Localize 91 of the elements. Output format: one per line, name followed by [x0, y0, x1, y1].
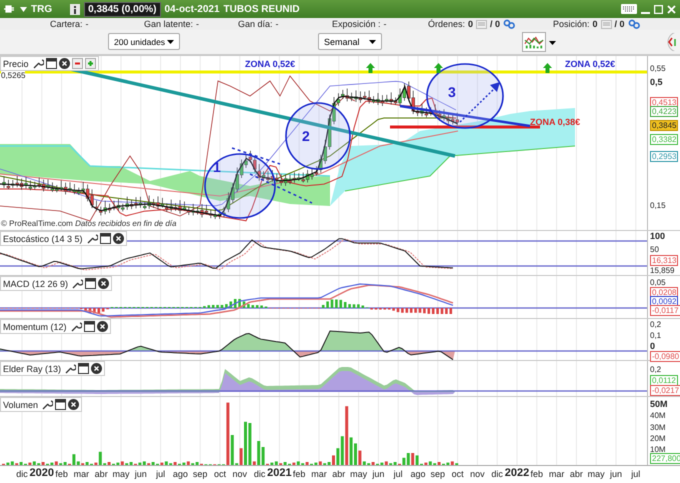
- info-label: Exposición :: [332, 19, 381, 29]
- axis-label: mar: [74, 469, 90, 479]
- price-tag: 0,3845: [650, 120, 678, 131]
- chart-annotation: 3: [448, 84, 456, 100]
- info-count: / 0: [614, 19, 625, 29]
- info-label: Cartera:: [50, 19, 83, 29]
- axis-label: 50M: [650, 400, 668, 409]
- date-label: 04-oct-2021: [164, 4, 220, 14]
- price-quote: 0,3845 (0,00%): [84, 2, 160, 16]
- axis-label: may: [588, 469, 605, 479]
- info-label: Órdenes:: [428, 19, 466, 29]
- axis-label: abr: [570, 469, 583, 479]
- axis-label: oct: [214, 469, 226, 479]
- axis-label: 15,859: [650, 266, 674, 275]
- axis-label: 0,55: [650, 64, 666, 73]
- axis-label: dic: [254, 469, 266, 479]
- axis-label: may: [112, 469, 130, 479]
- panel-title: Precio: [3, 58, 29, 68]
- axis-label: 0,1: [650, 331, 662, 340]
- axis-label: nov: [470, 469, 485, 479]
- axis-label: 40M: [650, 411, 666, 420]
- info-label: Posición:: [553, 19, 590, 29]
- info-value: 0: [468, 19, 474, 29]
- axis-label: ago: [172, 469, 188, 479]
- chart-annotation: 1: [213, 159, 221, 175]
- value-tag: 0,0112: [650, 375, 678, 386]
- axis-label: abr: [332, 469, 346, 479]
- price-tag: 0,3382: [650, 134, 678, 145]
- axis-label: oct: [452, 469, 464, 479]
- instrument-name: TUBOS REUNID: [224, 4, 300, 14]
- info-value: -: [86, 19, 89, 29]
- panel-title: MACD (12 26 9): [3, 278, 68, 288]
- axis-label: feb: [55, 469, 68, 479]
- price-tag: 0,2953: [650, 151, 678, 162]
- quantity-dropdown[interactable]: 200 unidades: [108, 33, 180, 50]
- chart-annotation: ZONA 0,38€: [530, 117, 580, 127]
- axis-label: jul: [631, 469, 640, 479]
- axis-label: jun: [610, 469, 622, 479]
- axis-label: sep: [192, 469, 208, 479]
- panel-title: Volumen: [3, 400, 38, 410]
- axis-label: 0: [650, 342, 656, 351]
- panel-title: Momentum (12): [3, 322, 67, 332]
- axis-label: mar: [311, 469, 327, 479]
- info-label: Gan día:: [238, 19, 273, 29]
- info-value: -: [196, 19, 200, 29]
- axis-label: feb: [292, 469, 306, 479]
- axis-label: ago: [410, 469, 426, 479]
- value-tag: -0,0117: [650, 305, 680, 316]
- axis-label: 2021: [267, 467, 292, 479]
- value-tag: -0,0980: [650, 351, 680, 362]
- info-count: / 0: [490, 19, 500, 29]
- value-tag: 16,313: [650, 255, 678, 266]
- axis-label: 100: [650, 232, 666, 241]
- axis-label: 50: [650, 245, 659, 254]
- axis-label: 0,05: [650, 278, 666, 287]
- axis-label: 20M: [650, 434, 666, 443]
- info-value: -: [384, 19, 387, 29]
- axis-label: may: [350, 469, 368, 479]
- chart-annotation: 2: [302, 128, 310, 144]
- period-dropdown[interactable]: Semanal: [318, 33, 382, 50]
- chart-annotation: ZONA 0,52€: [245, 59, 296, 69]
- high-value: 0,5265: [1, 71, 26, 80]
- axis-label: dic: [16, 469, 28, 479]
- axis-label: 10M: [650, 445, 666, 454]
- info-value: -: [276, 19, 279, 29]
- panel-title: Estocástico (14 3 5): [3, 234, 83, 244]
- axis-label: jul: [156, 469, 166, 479]
- axis-label: jun: [372, 469, 384, 479]
- axis-label: jul: [394, 469, 403, 479]
- value-tag: -0,0217: [650, 385, 680, 396]
- axis-label: feb: [530, 469, 544, 479]
- chart-annotation: ZONA 0,52€: [565, 59, 616, 69]
- info-value: 0: [592, 19, 598, 29]
- axis-label: 30M: [650, 423, 666, 432]
- axis-label: 2020: [30, 467, 54, 479]
- axis-label: sep: [430, 469, 446, 479]
- axis-label: nov: [232, 469, 248, 479]
- axis-label: 0,15: [650, 201, 666, 210]
- axis-label: 0,2: [650, 365, 662, 374]
- symbol-name[interactable]: TRG: [31, 4, 52, 14]
- axis-label: jun: [134, 469, 147, 479]
- axis-label: abr: [94, 469, 108, 479]
- price-tag: 0,4223: [650, 106, 678, 117]
- copyright-note: © ProRealTime.com Datos recibidos en fin de día: [1, 219, 176, 228]
- info-label: Gan latente:: [144, 19, 194, 29]
- axis-label: 0,2: [650, 320, 662, 329]
- axis-label: mar: [548, 469, 564, 479]
- axis-label: 0,5: [650, 78, 663, 87]
- axis-label: dic: [491, 469, 503, 479]
- panel-title: Elder Ray (13): [3, 364, 62, 374]
- axis-label: 2022: [504, 467, 530, 479]
